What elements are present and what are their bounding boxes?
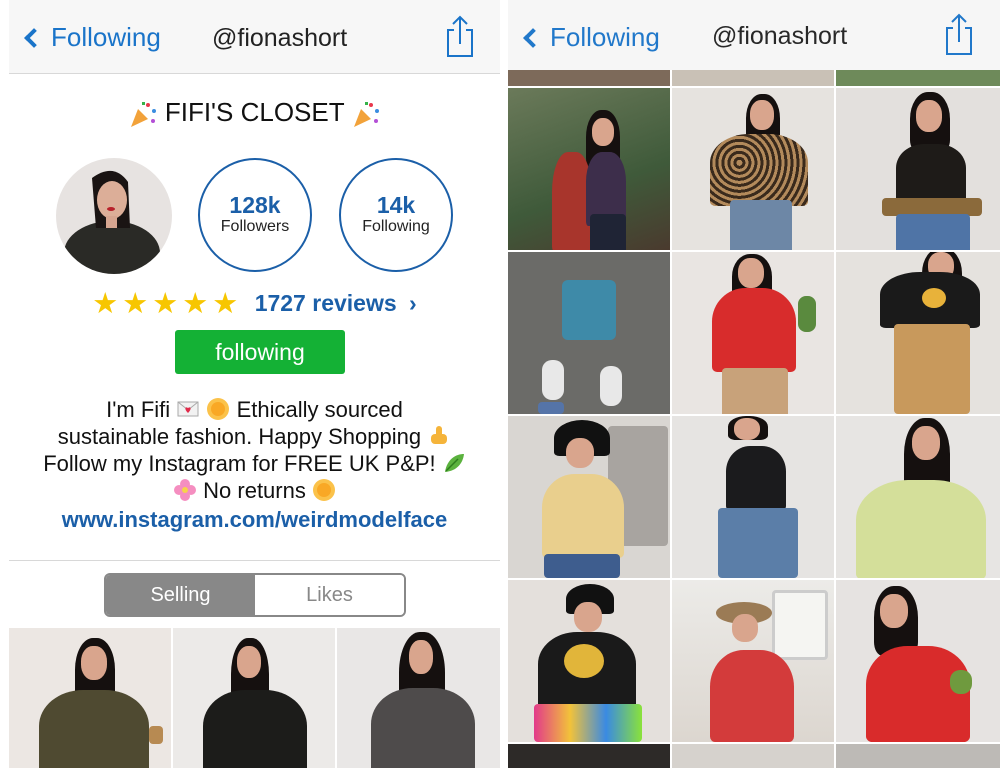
- listing-photo[interactable]: [836, 744, 1000, 768]
- listing-photo[interactable]: [508, 70, 670, 86]
- tab-selling[interactable]: Selling: [106, 575, 255, 615]
- followers-label: Followers: [220, 218, 290, 235]
- listing-photo[interactable]: [672, 252, 834, 414]
- chevron-left-icon: [24, 27, 44, 48]
- listing-photo[interactable]: [672, 744, 834, 768]
- listing-photo[interactable]: [672, 70, 834, 86]
- divider: [9, 560, 500, 561]
- panel-gap: [500, 0, 508, 768]
- instagram-link[interactable]: www.instagram.com/weirdmodelface: [9, 506, 500, 533]
- shop-title-text: FIFI'S CLOSET: [164, 97, 345, 127]
- listing-photo[interactable]: [836, 580, 1000, 742]
- leaf-icon: [444, 454, 464, 472]
- bio: I'm Fifi Ethically sourced sustainable f…: [9, 396, 500, 533]
- avatar[interactable]: [56, 158, 172, 274]
- bio-line2: sustainable fashion. Happy Shopping: [57, 424, 422, 449]
- following-label: Following: [362, 218, 430, 235]
- screen: Following @fionashort FIFI'S CLOSET 128k…: [0, 0, 1000, 768]
- chevron-right-icon: ›: [409, 290, 417, 316]
- bio-line3: Follow my Instagram for FREE UK P&P!: [43, 451, 436, 476]
- followers-count: 128k: [229, 192, 281, 218]
- listing-photo[interactable]: [9, 628, 171, 768]
- share-icon[interactable]: [445, 14, 475, 58]
- listing-photo[interactable]: [672, 88, 834, 250]
- back-button[interactable]: Following: [520, 22, 660, 53]
- listings-panel: Following @fionashort: [508, 0, 1000, 768]
- listing-photo[interactable]: [836, 88, 1000, 250]
- bio-line4: No returns: [203, 478, 306, 503]
- following-button[interactable]: following: [175, 330, 345, 374]
- listing-photo[interactable]: [508, 580, 670, 742]
- nav-title: @fionashort: [212, 24, 348, 52]
- star-icon: ★★★★★: [92, 288, 243, 320]
- listing-photo[interactable]: [672, 416, 834, 578]
- listing-photo[interactable]: [836, 416, 1000, 578]
- bio-line1-b: Ethically sourced: [236, 397, 403, 422]
- pointing-down-icon: [431, 426, 448, 444]
- listing-photo[interactable]: [508, 252, 670, 414]
- share-icon[interactable]: [944, 12, 974, 56]
- listing-photo[interactable]: [836, 252, 1000, 414]
- back-button[interactable]: Following: [21, 22, 161, 53]
- tab-likes[interactable]: Likes: [255, 575, 404, 615]
- love-letter-icon: [177, 401, 199, 417]
- sun-icon: [312, 479, 335, 501]
- listing-photo[interactable]: [508, 744, 670, 768]
- nav-bar: Following @fionashort: [508, 0, 1000, 70]
- flower-icon: [174, 479, 197, 501]
- followers-stat[interactable]: 128k Followers: [198, 158, 312, 272]
- following-count: 14k: [376, 192, 416, 218]
- back-label: Following: [550, 22, 660, 52]
- rating-row[interactable]: ★★★★★ 1727 reviews ›: [9, 286, 500, 321]
- profile-panel: Following @fionashort FIFI'S CLOSET 128k…: [9, 0, 500, 768]
- shop-title: FIFI'S CLOSET: [9, 97, 500, 129]
- back-label: Following: [51, 22, 161, 52]
- nav-bar: Following @fionashort: [9, 0, 500, 74]
- listing-photo[interactable]: [508, 416, 670, 578]
- listing-tabs: Selling Likes: [104, 573, 406, 617]
- listing-photo[interactable]: [508, 88, 670, 250]
- reviews-link[interactable]: 1727 reviews: [255, 290, 397, 316]
- sun-icon: [207, 398, 230, 420]
- listing-photo[interactable]: [672, 580, 834, 742]
- bio-line1-a: I'm Fifi: [106, 397, 171, 422]
- listing-photo[interactable]: [173, 628, 335, 768]
- following-stat[interactable]: 14k Following: [339, 158, 453, 272]
- listing-photo[interactable]: [337, 628, 500, 768]
- listing-photo[interactable]: [836, 70, 1000, 86]
- party-popper-icon: [130, 102, 156, 128]
- chevron-left-icon: [523, 27, 543, 48]
- nav-title: @fionashort: [712, 22, 848, 50]
- party-popper-icon: [354, 102, 380, 128]
